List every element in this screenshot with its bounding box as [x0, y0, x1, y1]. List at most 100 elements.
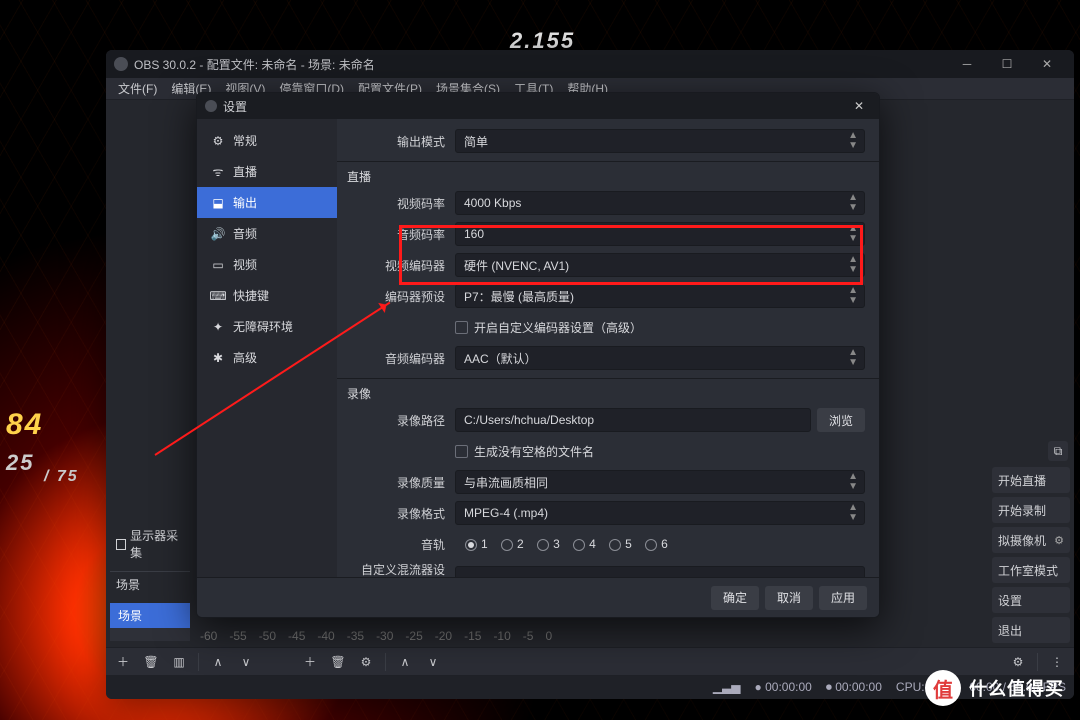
obs-icon [114, 57, 128, 71]
nav-general[interactable]: ⚙常规 [197, 125, 337, 156]
settings-dialog: 设置 ✕ ⚙常规 ᯤ直播 ⬓输出 🔊音频 ▭视频 ⌨快捷键 ✦无障碍环境 ✱高级… [196, 92, 880, 618]
scenes-header: 场景 [110, 571, 190, 597]
antenna-icon: ᯤ [211, 165, 225, 179]
dialog-titlebar: 设置 ✕ [197, 93, 879, 119]
gear-icon: ⚙ [211, 134, 225, 148]
accessibility-icon: ✦ [211, 320, 225, 334]
exit-button[interactable]: 退出 [992, 617, 1070, 643]
hud-number: 84 [6, 408, 43, 442]
scene-item[interactable]: 场景 [110, 603, 190, 628]
remove-source-button[interactable]: 🗑 [327, 651, 349, 673]
recording-path-label: 录像路径 [351, 412, 455, 429]
add-source-button[interactable]: ＋ [299, 651, 321, 673]
apply-button[interactable]: 应用 [819, 586, 867, 610]
recording-header: 录像 [347, 385, 865, 402]
ok-button[interactable]: 确定 [711, 586, 759, 610]
close-button[interactable]: ✕ [1028, 54, 1066, 74]
streaming-header: 直播 [347, 168, 865, 185]
gear-icon[interactable]: ⚙ [1054, 534, 1064, 547]
output-mode-select[interactable]: 简单▲▼ [455, 129, 865, 153]
source-props-button[interactable]: ⚙ [355, 651, 377, 673]
chevron-updown-icon: ▲▼ [848, 224, 858, 244]
audio-encoder-label: 音频编码器 [351, 350, 455, 367]
start-streaming-button[interactable]: 开始直播 [992, 467, 1070, 493]
source-up-button[interactable]: ∧ [394, 651, 416, 673]
nav-hotkeys[interactable]: ⌨快捷键 [197, 280, 337, 311]
video-bitrate-input[interactable]: 4000 Kbps▲▼ [455, 191, 865, 215]
chevron-updown-icon: ▲▼ [848, 131, 858, 151]
recording-format-select[interactable]: MPEG-4 (.mp4)▲▼ [455, 501, 865, 525]
muxer-input[interactable] [455, 566, 865, 577]
track-4-radio[interactable] [573, 539, 585, 551]
browse-button[interactable]: 浏览 [817, 408, 865, 432]
stepper-icon[interactable]: ▲▼ [848, 193, 858, 213]
window-title: OBS 30.0.2 - 配置文件: 未命名 - 场景: 未命名 [134, 56, 375, 73]
video-encoder-label: 视频编码器 [351, 257, 455, 274]
hud-number: / 75 [44, 468, 79, 486]
rec-indicator: ⏺ 00:00:00 [826, 680, 882, 695]
source-down-button[interactable]: ∨ [422, 651, 444, 673]
recording-quality-select[interactable]: 与串流画质相同▲▼ [455, 470, 865, 494]
speaker-icon: 🔊 [211, 227, 225, 241]
obs-icon [205, 100, 217, 112]
encoder-preset-select[interactable]: P7：最慢 (最高质量)▲▼ [455, 284, 865, 308]
track-3-radio[interactable] [537, 539, 549, 551]
remove-button[interactable]: 🗑 [140, 651, 162, 673]
up-button[interactable]: ∧ [207, 651, 229, 673]
down-button[interactable]: ∨ [235, 651, 257, 673]
track-2-radio[interactable] [501, 539, 513, 551]
menu-file[interactable]: 文件(F) [112, 78, 163, 99]
chevron-updown-icon: ▲▼ [848, 286, 858, 306]
settings-nav: ⚙常规 ᯤ直播 ⬓输出 🔊音频 ▭视频 ⌨快捷键 ✦无障碍环境 ✱高级 [197, 119, 337, 577]
audio-bitrate-label: 音频码率 [351, 226, 455, 243]
video-bitrate-label: 视频码率 [351, 195, 455, 212]
nav-stream[interactable]: ᯤ直播 [197, 156, 337, 187]
dock-display-capture[interactable]: 显示器采集 [110, 523, 190, 565]
recording-path-input[interactable]: C:/Users/hchua/Desktop [455, 408, 811, 432]
custom-encoder-checkbox[interactable] [455, 321, 468, 334]
nav-output[interactable]: ⬓输出 [197, 187, 337, 218]
track-1-radio[interactable] [465, 539, 477, 551]
track-5-radio[interactable] [609, 539, 621, 551]
recording-format-label: 录像格式 [351, 505, 455, 522]
nav-video[interactable]: ▭视频 [197, 249, 337, 280]
nav-accessibility[interactable]: ✦无障碍环境 [197, 311, 337, 342]
advanced-icon: ✱ [211, 351, 225, 365]
studio-mode-button[interactable]: 工作室模式 [992, 557, 1070, 583]
track-6-radio[interactable] [645, 539, 657, 551]
chevron-updown-icon: ▲▼ [848, 348, 858, 368]
tracks-label: 音轨 [351, 536, 455, 553]
live-indicator: ● 00:00:00 [755, 680, 812, 694]
audio-encoder-select[interactable]: AAC（默认）▲▼ [455, 346, 865, 370]
video-encoder-select[interactable]: 硬件 (NVENC, AV1)▲▼ [455, 253, 865, 277]
monitor-icon: ▭ [211, 258, 225, 272]
maximize-button[interactable]: ☐ [988, 54, 1026, 74]
audio-bitrate-select[interactable]: 160▲▼ [455, 222, 865, 246]
recording-quality-label: 录像质量 [351, 474, 455, 491]
no-space-label: 生成没有空格的文件名 [474, 443, 594, 460]
watermark-icon: 值 [925, 670, 961, 706]
minimize-button[interactable]: ─ [948, 54, 986, 74]
chevron-updown-icon: ▲▼ [848, 503, 858, 523]
watermark: 值 什么值得买 [925, 670, 1064, 706]
signal-icon: ▁▃▅ [713, 680, 741, 694]
custom-encoder-label: 开启自定义编码器设置（高级） [474, 319, 642, 336]
export-icon: ⬓ [211, 196, 225, 210]
close-icon[interactable]: ✕ [847, 99, 871, 113]
keyboard-icon: ⌨ [211, 289, 225, 303]
muxer-label: 自定义混流器设置 [351, 561, 455, 577]
no-space-checkbox[interactable] [455, 445, 468, 458]
titlebar: OBS 30.0.2 - 配置文件: 未命名 - 场景: 未命名 ─ ☐ ✕ [106, 50, 1074, 78]
chevron-updown-icon: ▲▼ [848, 472, 858, 492]
virtual-camera-button[interactable]: 拟摄像机⚙ [992, 527, 1070, 553]
start-recording-button[interactable]: 开始录制 [992, 497, 1070, 523]
copy-icon[interactable]: ⧉ [1048, 441, 1068, 461]
encoder-preset-label: 编码器预设 [351, 288, 455, 305]
filter-button[interactable]: ▥ [168, 651, 190, 673]
hud-number: 25 [6, 450, 34, 476]
nav-audio[interactable]: 🔊音频 [197, 218, 337, 249]
settings-button[interactable]: 设置 [992, 587, 1070, 613]
add-button[interactable]: ＋ [112, 651, 134, 673]
nav-advanced[interactable]: ✱高级 [197, 342, 337, 373]
cancel-button[interactable]: 取消 [765, 586, 813, 610]
